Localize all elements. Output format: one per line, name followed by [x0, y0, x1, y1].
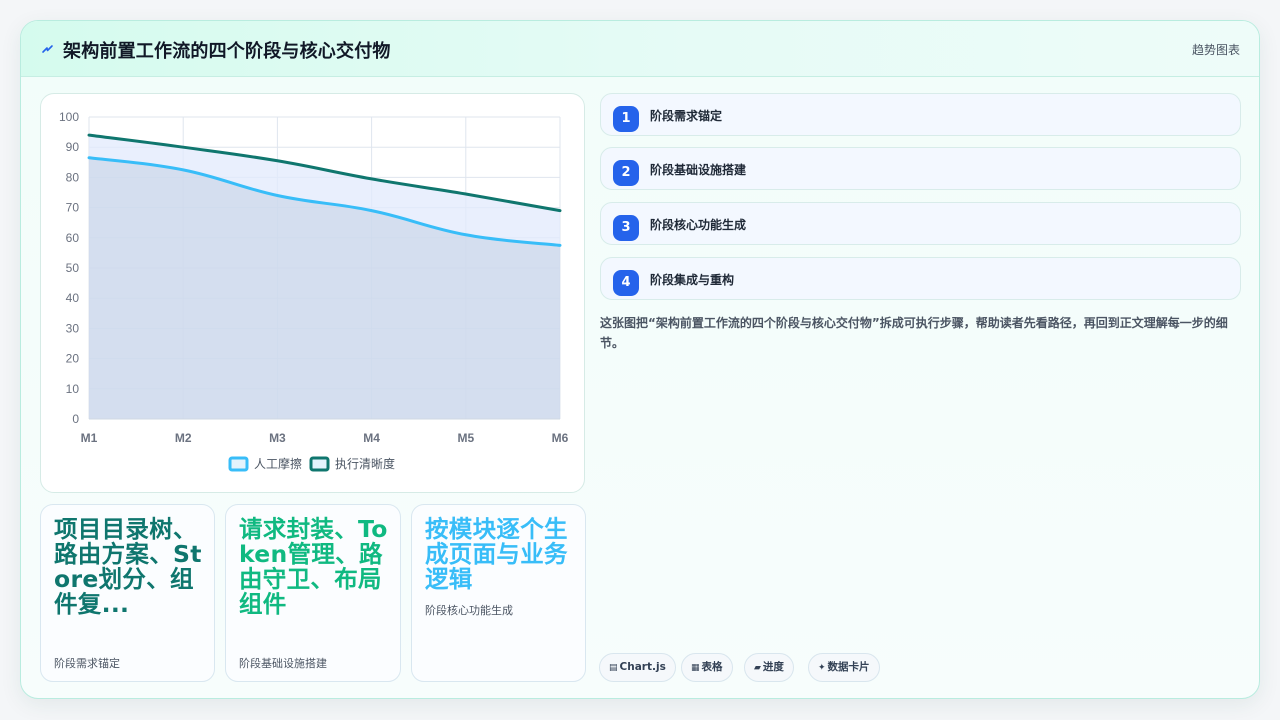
progress-icon: ▰: [754, 663, 761, 673]
y-tick-label: 30: [66, 321, 80, 335]
step-label: 阶段集成与重构: [650, 273, 735, 287]
pill-chartjs[interactable]: ▤ Chart.js: [599, 653, 676, 682]
step-number-badge: 3: [613, 215, 639, 241]
x-tick-label: M2: [175, 431, 192, 445]
y-tick-label: 40: [66, 291, 80, 305]
chart-panel: 0 10 20 30 40 50 60 70 80 90 100 M1 M2 M3 M4 M5 M6 人工摩擦 执行…: [40, 93, 585, 493]
trend-chart: 0 10 20 30 40 50 60 70 80 90 100 M1 M2 M3 M4 M5 M6 人工摩擦 执行…: [59, 110, 569, 472]
step-1[interactable]: 1 阶段需求锚定: [600, 93, 1241, 136]
legend-label: 执行清晰度: [335, 456, 395, 471]
y-tick-label: 60: [66, 231, 80, 245]
kpi-value: 请求封装、Token管理、路由守卫、布局组件: [239, 515, 388, 618]
y-tick-label: 50: [66, 261, 80, 275]
y-tick-label: 0: [72, 412, 79, 426]
spark-icon: [42, 45, 53, 53]
kpi-label: 阶段需求锚定: [54, 657, 120, 670]
legend-label: 人工摩擦: [254, 456, 302, 471]
step-3[interactable]: 3 阶段核心功能生成: [600, 202, 1241, 245]
x-tick-label: M6: [552, 431, 569, 445]
pill-data-card[interactable]: ✦ 数据卡片: [808, 653, 880, 682]
step-4[interactable]: 4 阶段集成与重构: [600, 257, 1241, 300]
step-number-badge: 4: [613, 270, 639, 296]
kpi-card-1[interactable]: 项目目录树、路由方案、Store划分、组件复... 阶段需求锚定: [40, 504, 215, 682]
pill-label: 表格: [701, 661, 723, 673]
main-card: 架构前置工作流的四个阶段与核心交付物 趋势图表 0 10 20 30 40 50 60 70 8…: [20, 20, 1260, 699]
y-tick-label: 20: [66, 352, 80, 366]
sparkle-icon: ✦: [818, 663, 826, 673]
chart-icon: ▤: [609, 663, 618, 673]
kpi-card-2[interactable]: 请求封装、Token管理、路由守卫、布局组件 阶段基础设施搭建: [225, 504, 401, 682]
page-title: 架构前置工作流的四个阶段与核心交付物: [63, 41, 391, 62]
pill-progress[interactable]: ▰ 进度: [744, 653, 794, 682]
legend-swatch: [309, 456, 330, 472]
kpi-value: 按模块逐个生成页面与业务逻辑: [425, 515, 568, 593]
kpi-card-3[interactable]: 按模块逐个生成页面与业务逻辑 阶段核心功能生成: [411, 504, 586, 682]
y-tick-label: 90: [66, 140, 80, 154]
pill-label: 进度: [762, 661, 784, 673]
x-tick-label: M5: [457, 431, 474, 445]
step-label: 阶段核心功能生成: [650, 218, 747, 232]
step-number-badge: 2: [613, 160, 639, 186]
y-tick-label: 80: [66, 170, 80, 184]
kpi-value: 项目目录树、路由方案、Store划分、组件复...: [54, 515, 202, 618]
y-tick-label: 10: [66, 382, 80, 396]
step-number-badge: 1: [613, 106, 639, 132]
y-tick-label: 100: [59, 110, 79, 124]
y-tick-label: 70: [66, 201, 80, 215]
chart-type-tag: 趋势图表: [1191, 43, 1240, 57]
kpi-label: 阶段基础设施搭建: [239, 657, 327, 670]
chart-description: 这张图把“架构前置工作流的四个阶段与核心交付物”拆成可执行步骤，帮助读者先看路径…: [600, 316, 1228, 350]
step-2[interactable]: 2 阶段基础设施搭建: [600, 147, 1241, 190]
table-icon: ▦: [691, 663, 700, 673]
step-label: 阶段基础设施搭建: [650, 163, 747, 177]
kpi-label: 阶段核心功能生成: [425, 604, 513, 617]
x-tick-label: M4: [363, 431, 380, 445]
step-label: 阶段需求锚定: [650, 109, 723, 123]
legend-swatch: [228, 456, 249, 472]
x-tick-label: M1: [81, 431, 98, 445]
pill-label: 数据卡片: [827, 661, 870, 673]
x-tick-label: M3: [269, 431, 286, 445]
pill-table[interactable]: ▦ 表格: [681, 653, 733, 682]
card-header: 架构前置工作流的四个阶段与核心交付物 趋势图表: [21, 21, 1259, 77]
pill-label: Chart.js: [619, 661, 666, 673]
